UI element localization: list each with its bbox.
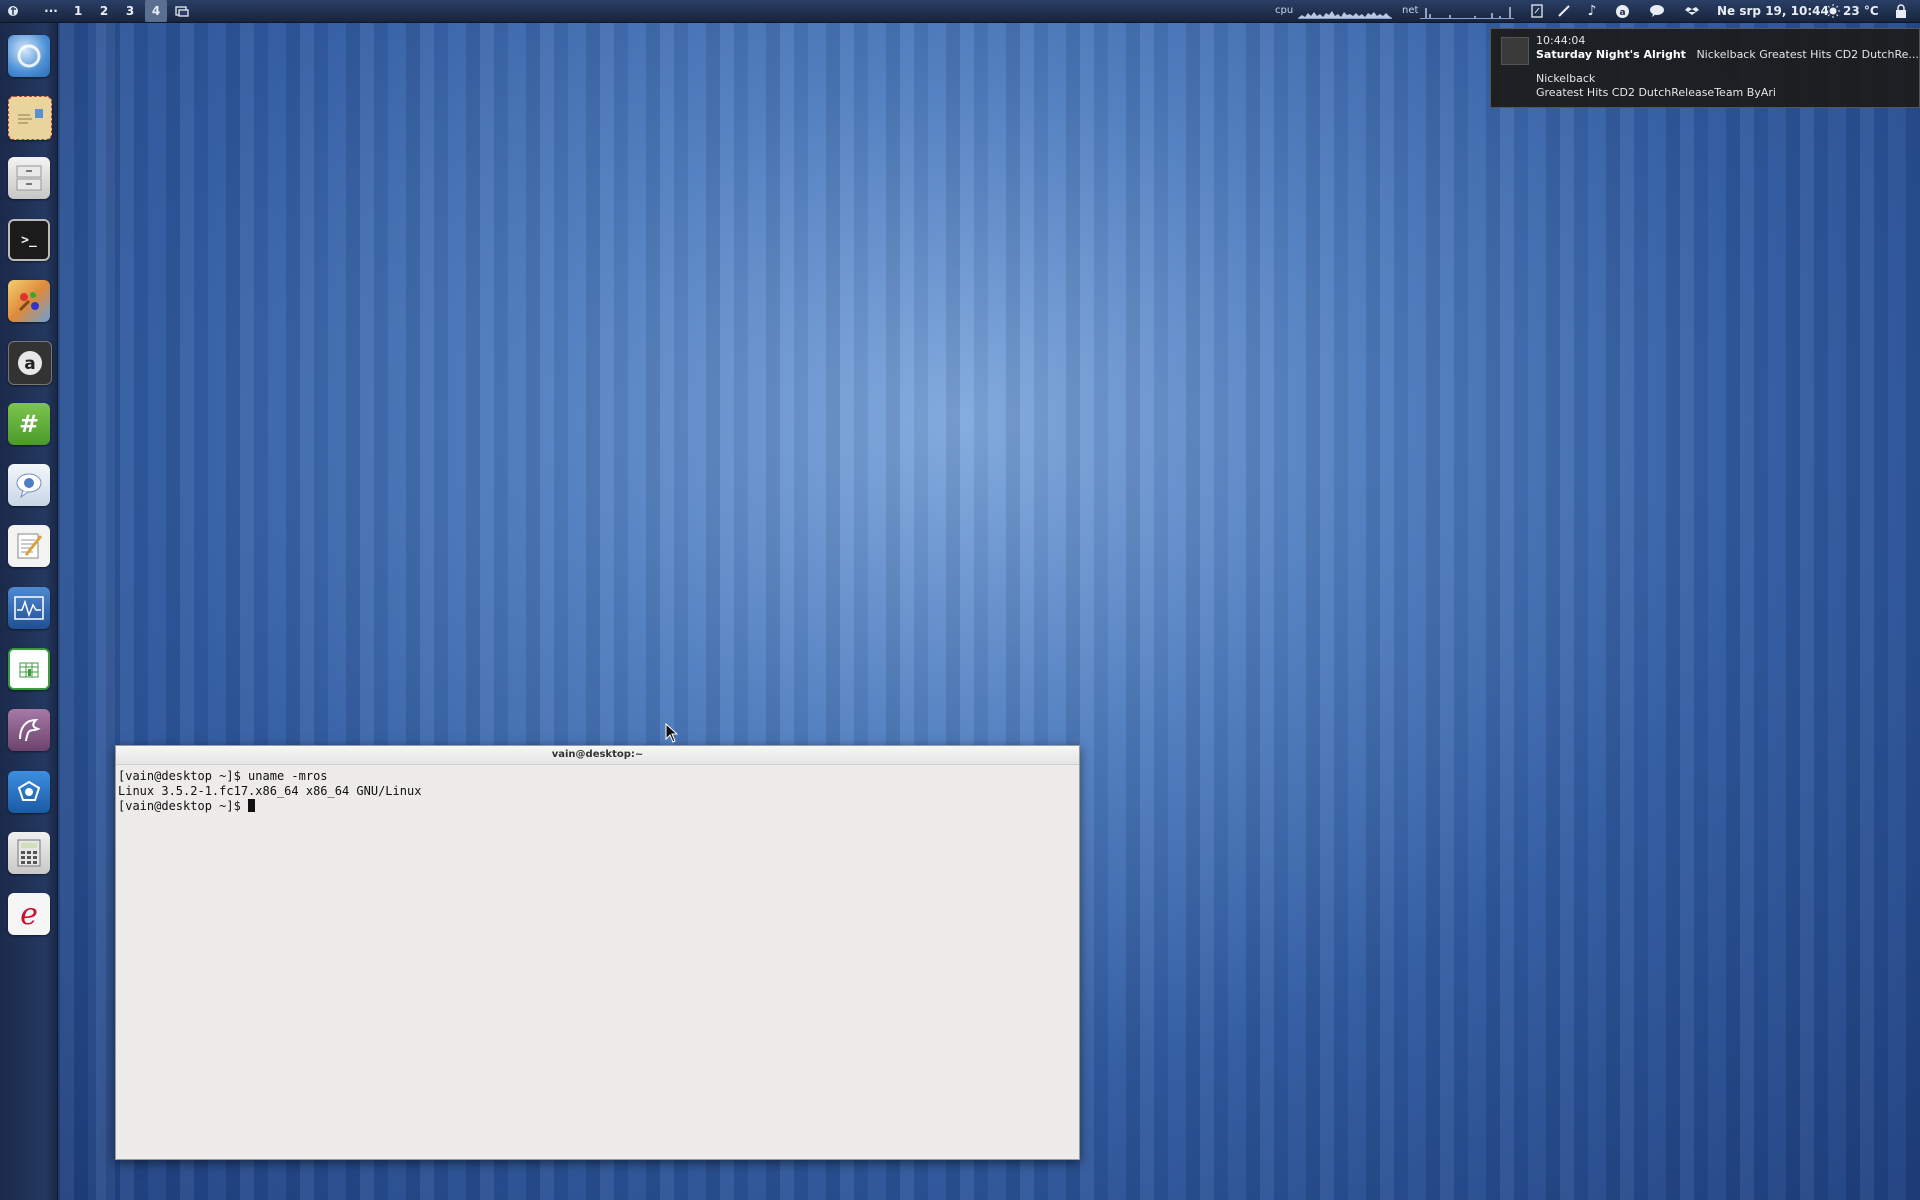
chat-icon[interactable] [8, 464, 50, 506]
lock-icon[interactable] [1892, 2, 1910, 20]
text-cursor [248, 799, 256, 812]
song-title: Saturday Night's Alright [1536, 48, 1686, 61]
svg-text:a: a [24, 354, 35, 374]
music-note-icon[interactable]: ♪ [1583, 2, 1601, 20]
pen-icon[interactable] [1555, 2, 1573, 20]
system-monitor-icon[interactable] [8, 587, 50, 629]
top-panel: ··· 1 2 3 4 cpu net ♪ a Ne srp 19, 10:44… [0, 0, 1920, 23]
shield-app-icon[interactable] [8, 771, 50, 813]
application-dock: >_ a # e [0, 23, 58, 1200]
weather-temperature[interactable]: 23 °C [1843, 0, 1879, 22]
irc-icon[interactable]: # [8, 403, 50, 445]
paint-icon[interactable] [8, 280, 50, 322]
evolution-icon[interactable]: e [8, 893, 50, 935]
notification-time: 10:44:04 [1536, 34, 1586, 47]
weather-sun-icon [1824, 2, 1842, 20]
clipboard-icon[interactable] [1528, 2, 1546, 20]
net-graph [1420, 4, 1514, 19]
mail-icon[interactable] [8, 96, 52, 140]
file-manager-icon[interactable] [8, 157, 50, 199]
mouse-pointer-icon [665, 722, 679, 747]
cpu-label: cpu [1275, 5, 1294, 16]
terminal-titlebar[interactable]: vain@desktop:~ [116, 746, 1079, 765]
chat-bubble-icon[interactable] [1648, 2, 1666, 20]
terminal-window[interactable]: vain@desktop:~ [vain@desktop ~]$ uname -… [115, 745, 1080, 1160]
terminal-prompt: [vain@desktop ~]$ [118, 799, 249, 813]
dragon-icon[interactable] [8, 709, 50, 751]
terminal-output[interactable]: [vain@desktop ~]$ uname -mros Linux 3.5.… [116, 765, 1079, 818]
terminal-line: [vain@desktop ~]$ uname -mros [118, 769, 328, 783]
clock[interactable]: Ne srp 19, 10:44 [1717, 0, 1829, 22]
summary-rest: Nickelback Greatest Hits CD2 DutchRe... [1696, 48, 1919, 61]
album-art-thumbnail [1501, 37, 1529, 65]
notification-album: Greatest Hits CD2 DutchReleaseTeam ByAri [1536, 86, 1776, 99]
chromium-icon[interactable] [8, 35, 50, 77]
amarok-icon[interactable]: a [8, 341, 52, 385]
workspace-4[interactable]: 4 [145, 0, 167, 22]
fedora-icon[interactable] [6, 0, 24, 22]
workspace-2[interactable]: 2 [93, 0, 115, 22]
net-label: net [1402, 5, 1419, 16]
terminal-line: Linux 3.5.2-1.fc17.x86_64 x86_64 GNU/Lin… [118, 784, 422, 798]
terminal-prompt-line[interactable]: [vain@desktop ~]$ [118, 799, 1077, 814]
workspace-1[interactable]: 1 [67, 0, 89, 22]
svg-text:a: a [1619, 8, 1625, 18]
calculator-icon[interactable] [8, 832, 50, 874]
spreadsheet-icon[interactable] [8, 648, 50, 690]
amarok-tray-icon[interactable]: a [1613, 2, 1631, 20]
workspace-3[interactable]: 3 [119, 0, 141, 22]
notification-artist: Nickelback [1536, 72, 1596, 85]
terminal-icon[interactable]: >_ [8, 219, 50, 261]
music-notification[interactable]: 10:44:04 Saturday Night's Alright Nickel… [1490, 28, 1920, 108]
window-list-icon[interactable] [175, 0, 193, 22]
more-menu[interactable]: ··· [42, 0, 60, 22]
text-editor-icon[interactable] [8, 525, 50, 567]
dropbox-icon[interactable] [1683, 2, 1701, 20]
cpu-graph [1298, 4, 1392, 19]
notification-summary: Saturday Night's Alright Nickelback Grea… [1536, 48, 1919, 61]
